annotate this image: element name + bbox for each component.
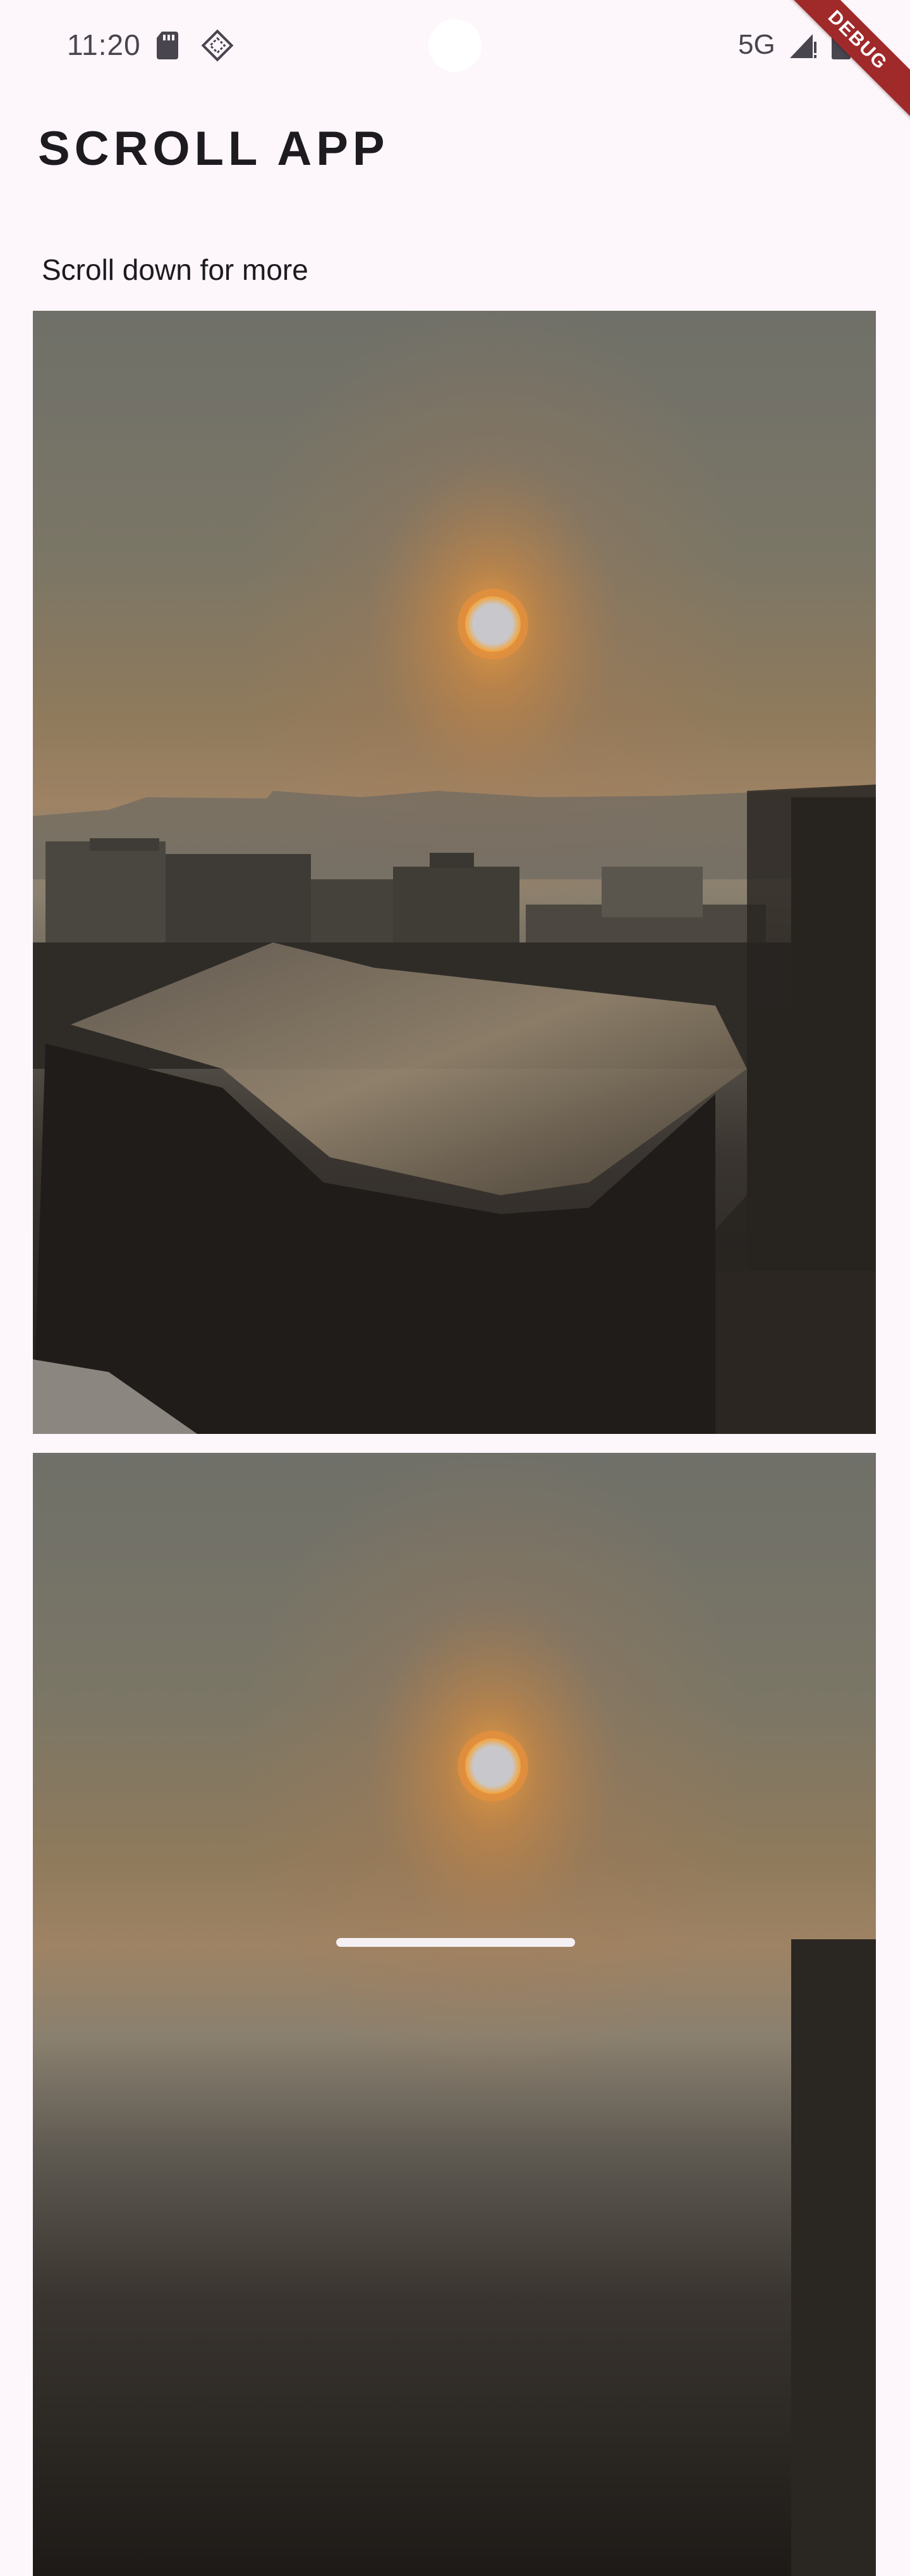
city-sunrise-photo: [33, 1453, 876, 2576]
status-time: 11:20: [67, 28, 141, 61]
sd-card-icon: [157, 32, 178, 59]
status-bar: 11:20 5G: [0, 0, 910, 88]
photo-image: [33, 1453, 876, 2576]
scroll-hint-text: Scroll down for more: [42, 253, 308, 286]
diamond-notification-icon: [201, 29, 234, 62]
network-label: 5G: [738, 29, 775, 60]
city-sunrise-photo: [33, 311, 876, 1434]
photo-image: [33, 311, 876, 1434]
page-title: SCROLL APP: [38, 122, 389, 176]
home-indicator[interactable]: [336, 1938, 575, 1947]
signal-icon: [790, 34, 816, 58]
camera-cutout: [428, 19, 482, 72]
